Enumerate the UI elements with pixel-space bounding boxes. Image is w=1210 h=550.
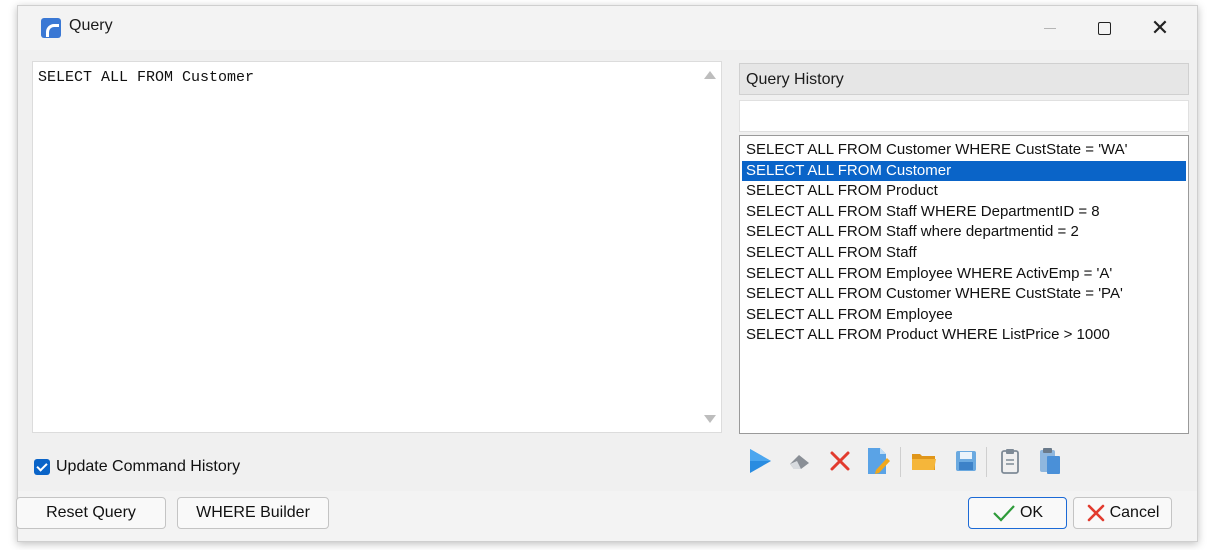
close-button[interactable]: ✕ [1137,6,1183,50]
clipboard-icon[interactable] [996,443,1024,479]
close-icon: ✕ [1150,15,1170,41]
ok-label: OK [1019,504,1044,521]
minimize-button[interactable] [1027,6,1073,50]
history-item[interactable]: SELECT ALL FROM Product WHERE ListPrice … [742,325,1186,346]
history-item[interactable]: SELECT ALL FROM Staff WHERE DepartmentID… [742,202,1186,223]
window-title: Query [69,17,113,34]
history-item[interactable]: SELECT ALL FROM Staff [742,243,1186,264]
ok-button[interactable]: OK [968,497,1067,529]
edit-document-icon[interactable] [864,443,892,479]
history-item-selected[interactable]: SELECT ALL FROM Customer [742,160,1186,182]
history-item[interactable]: SELECT ALL FROM Staff where departmentid… [742,222,1186,243]
checkmark-icon [992,504,1016,522]
history-item[interactable]: SELECT ALL FROM Customer WHERE CustState… [742,284,1186,305]
minimize-icon [1044,27,1056,29]
app-logo-icon [41,18,61,38]
scroll-down-icon[interactable] [704,415,716,423]
cancel-label: Cancel [1109,504,1160,521]
maximize-button[interactable] [1081,6,1127,50]
history-filter-input[interactable] [739,100,1189,132]
reset-query-button[interactable]: Reset Query [16,497,166,529]
toolbar-separator [986,447,987,477]
toolbar-separator [900,447,901,477]
update-history-option[interactable]: Update Command History [34,457,240,477]
maximize-icon [1097,21,1111,35]
history-item[interactable]: SELECT ALL FROM Product [742,181,1186,202]
history-header: Query History [739,63,1189,95]
query-text[interactable]: SELECT ALL FROM Customer [38,69,254,86]
editor-scrollbar[interactable] [699,62,721,432]
update-history-label: Update Command History [56,458,241,475]
cancel-button[interactable]: Cancel [1073,497,1172,529]
folder-open-icon[interactable] [910,443,938,479]
update-history-checkbox[interactable] [34,459,50,475]
scroll-up-icon[interactable] [704,71,716,79]
title-bar: Query ✕ [18,6,1197,50]
history-item[interactable]: SELECT ALL FROM Employee WHERE ActivEmp … [742,264,1186,285]
cancel-x-icon [1086,503,1106,523]
save-icon[interactable] [952,443,980,479]
history-item[interactable]: SELECT ALL FROM Customer WHERE CustState… [742,140,1186,161]
eraser-icon[interactable] [786,443,814,479]
history-item[interactable]: SELECT ALL FROM Employee [742,305,1186,326]
play-icon[interactable] [746,443,774,479]
history-list[interactable]: SELECT ALL FROM Customer WHERE CustState… [739,135,1189,434]
query-dialog: Query ✕ SELECT ALL FROM Customer Query H… [17,5,1198,542]
delete-icon[interactable] [826,443,854,479]
query-editor[interactable]: SELECT ALL FROM Customer [32,61,722,433]
paste-icon[interactable] [1036,443,1064,479]
where-builder-button[interactable]: WHERE Builder [177,497,329,529]
